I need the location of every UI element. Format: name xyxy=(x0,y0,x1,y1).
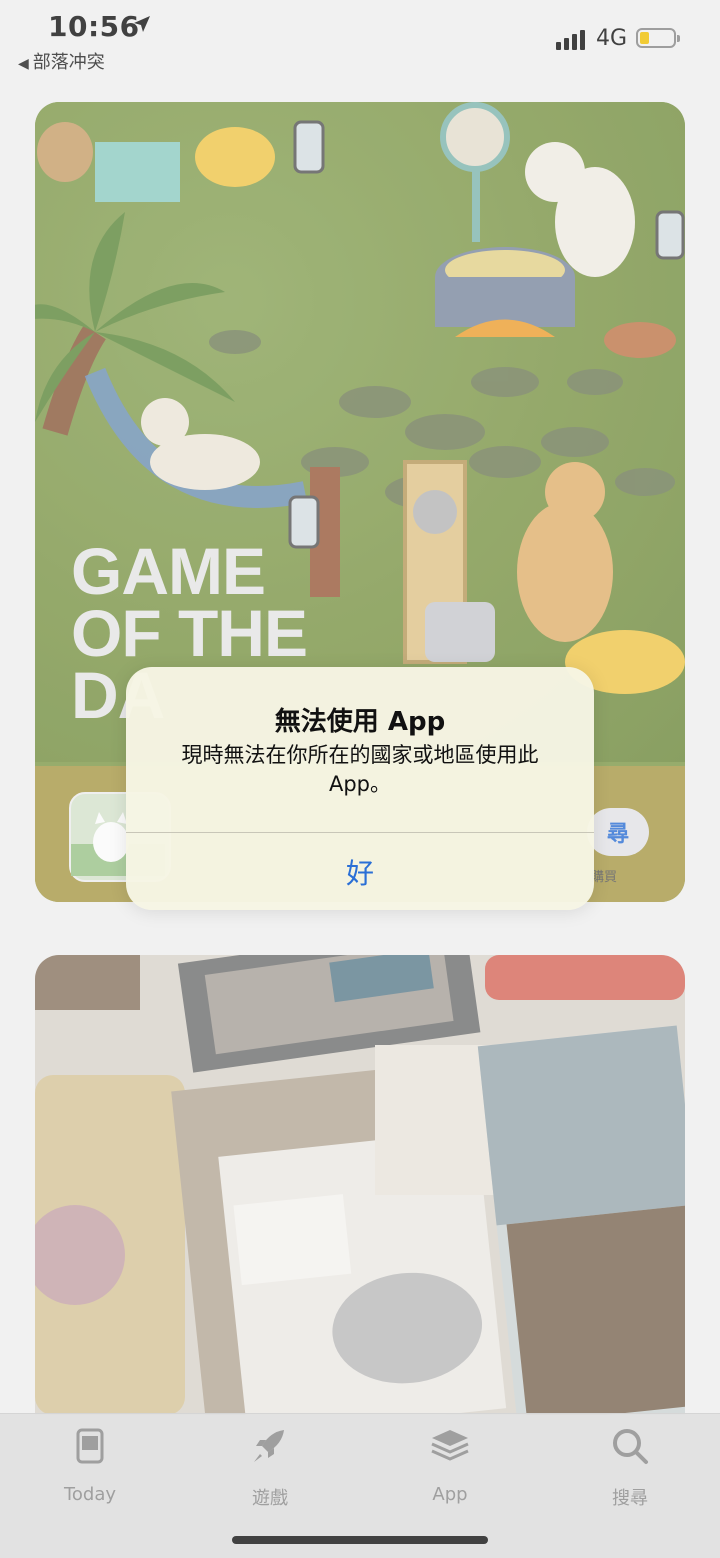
alert-message: 現時無法在你所在的國家或地區使用此 App。 xyxy=(181,743,539,796)
alert-title: 無法使用 App xyxy=(274,707,446,737)
app-unavailable-alert: 無法使用 App 現時無法在你所在的國家或地區使用此 App。 好 xyxy=(126,667,594,910)
alert-ok-button[interactable]: 好 xyxy=(126,833,594,910)
app-store-screen: 10:56 ◀ 部落冲突 4G GAME OF THE DA 尋 購買 Toda… xyxy=(0,0,720,1558)
